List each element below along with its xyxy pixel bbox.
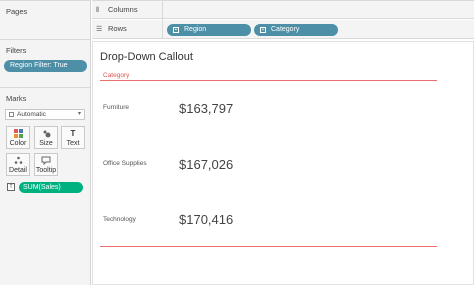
viz-view (92, 41, 474, 285)
row-label-office-supplies[interactable]: Office Supplies (103, 160, 147, 167)
footer-divider (100, 246, 437, 247)
row-value-technology[interactable]: $170,416 (179, 212, 233, 227)
tooltip-button-label: Tooltip (35, 167, 57, 174)
category-pill-label: Category (271, 26, 300, 33)
size-button[interactable]: Size (34, 126, 58, 149)
expand-plus-icon: + (173, 27, 179, 33)
category-pill[interactable]: + Category (254, 24, 338, 36)
row-value-office-supplies[interactable]: $167,026 (179, 157, 233, 172)
text-button-label: Text (66, 140, 80, 147)
text-button[interactable]: T Text (61, 126, 85, 149)
pages-card[interactable]: Pages (0, 0, 90, 40)
tooltip-icon (35, 154, 57, 166)
chevron-down-icon: ▾ (77, 111, 81, 117)
columns-shelf[interactable]: ⦀ Columns (92, 0, 474, 20)
color-button[interactable]: Color (6, 126, 30, 149)
columns-icon: ⦀ (96, 7, 100, 14)
mark-type-dropdown[interactable]: Automatic ▾ (5, 109, 85, 120)
tooltip-button[interactable]: Tooltip (34, 153, 58, 176)
expand-plus-icon: + (260, 27, 266, 33)
region-pill[interactable]: + Region (167, 24, 251, 36)
row-label-technology[interactable]: Technology (103, 216, 136, 223)
rows-label-text: Rows (108, 24, 127, 33)
size-icon (35, 127, 57, 139)
detail-icon (7, 154, 29, 166)
rows-shelf-label: ☰ Rows (96, 24, 160, 33)
color-button-label: Color (9, 140, 27, 147)
columns-shelf-label: ⦀ Columns (96, 5, 160, 15)
filters-card-title: Filters (6, 46, 27, 55)
pages-card-title: Pages (6, 7, 28, 16)
category-header[interactable]: Category (103, 72, 129, 79)
sum-sales-pill[interactable]: SUM(Sales) (19, 182, 83, 193)
header-divider (100, 80, 437, 81)
view-title: Drop-Down Callout (100, 51, 193, 63)
row-value-furniture[interactable]: $163,797 (179, 101, 233, 116)
columns-label-text: Columns (108, 5, 138, 14)
region-pill-label: Region (184, 26, 207, 33)
text-icon: T (70, 129, 76, 138)
detail-button-label: Detail (9, 167, 27, 174)
size-button-label: Size (39, 140, 53, 147)
color-palette-icon (7, 127, 29, 139)
marks-card-title: Marks (6, 94, 27, 103)
automatic-mark-icon (9, 112, 14, 117)
row-label-furniture[interactable]: Furniture (103, 104, 129, 111)
region-filter-pill[interactable]: Region Filter: True (4, 60, 87, 72)
rows-icon: ☰ (96, 26, 103, 33)
text-encoding-icon: T (7, 183, 15, 191)
shelf-divider (162, 1, 163, 20)
mark-type-label: Automatic (17, 111, 46, 118)
detail-button[interactable]: Detail (6, 153, 30, 176)
shelf-divider (162, 20, 163, 39)
